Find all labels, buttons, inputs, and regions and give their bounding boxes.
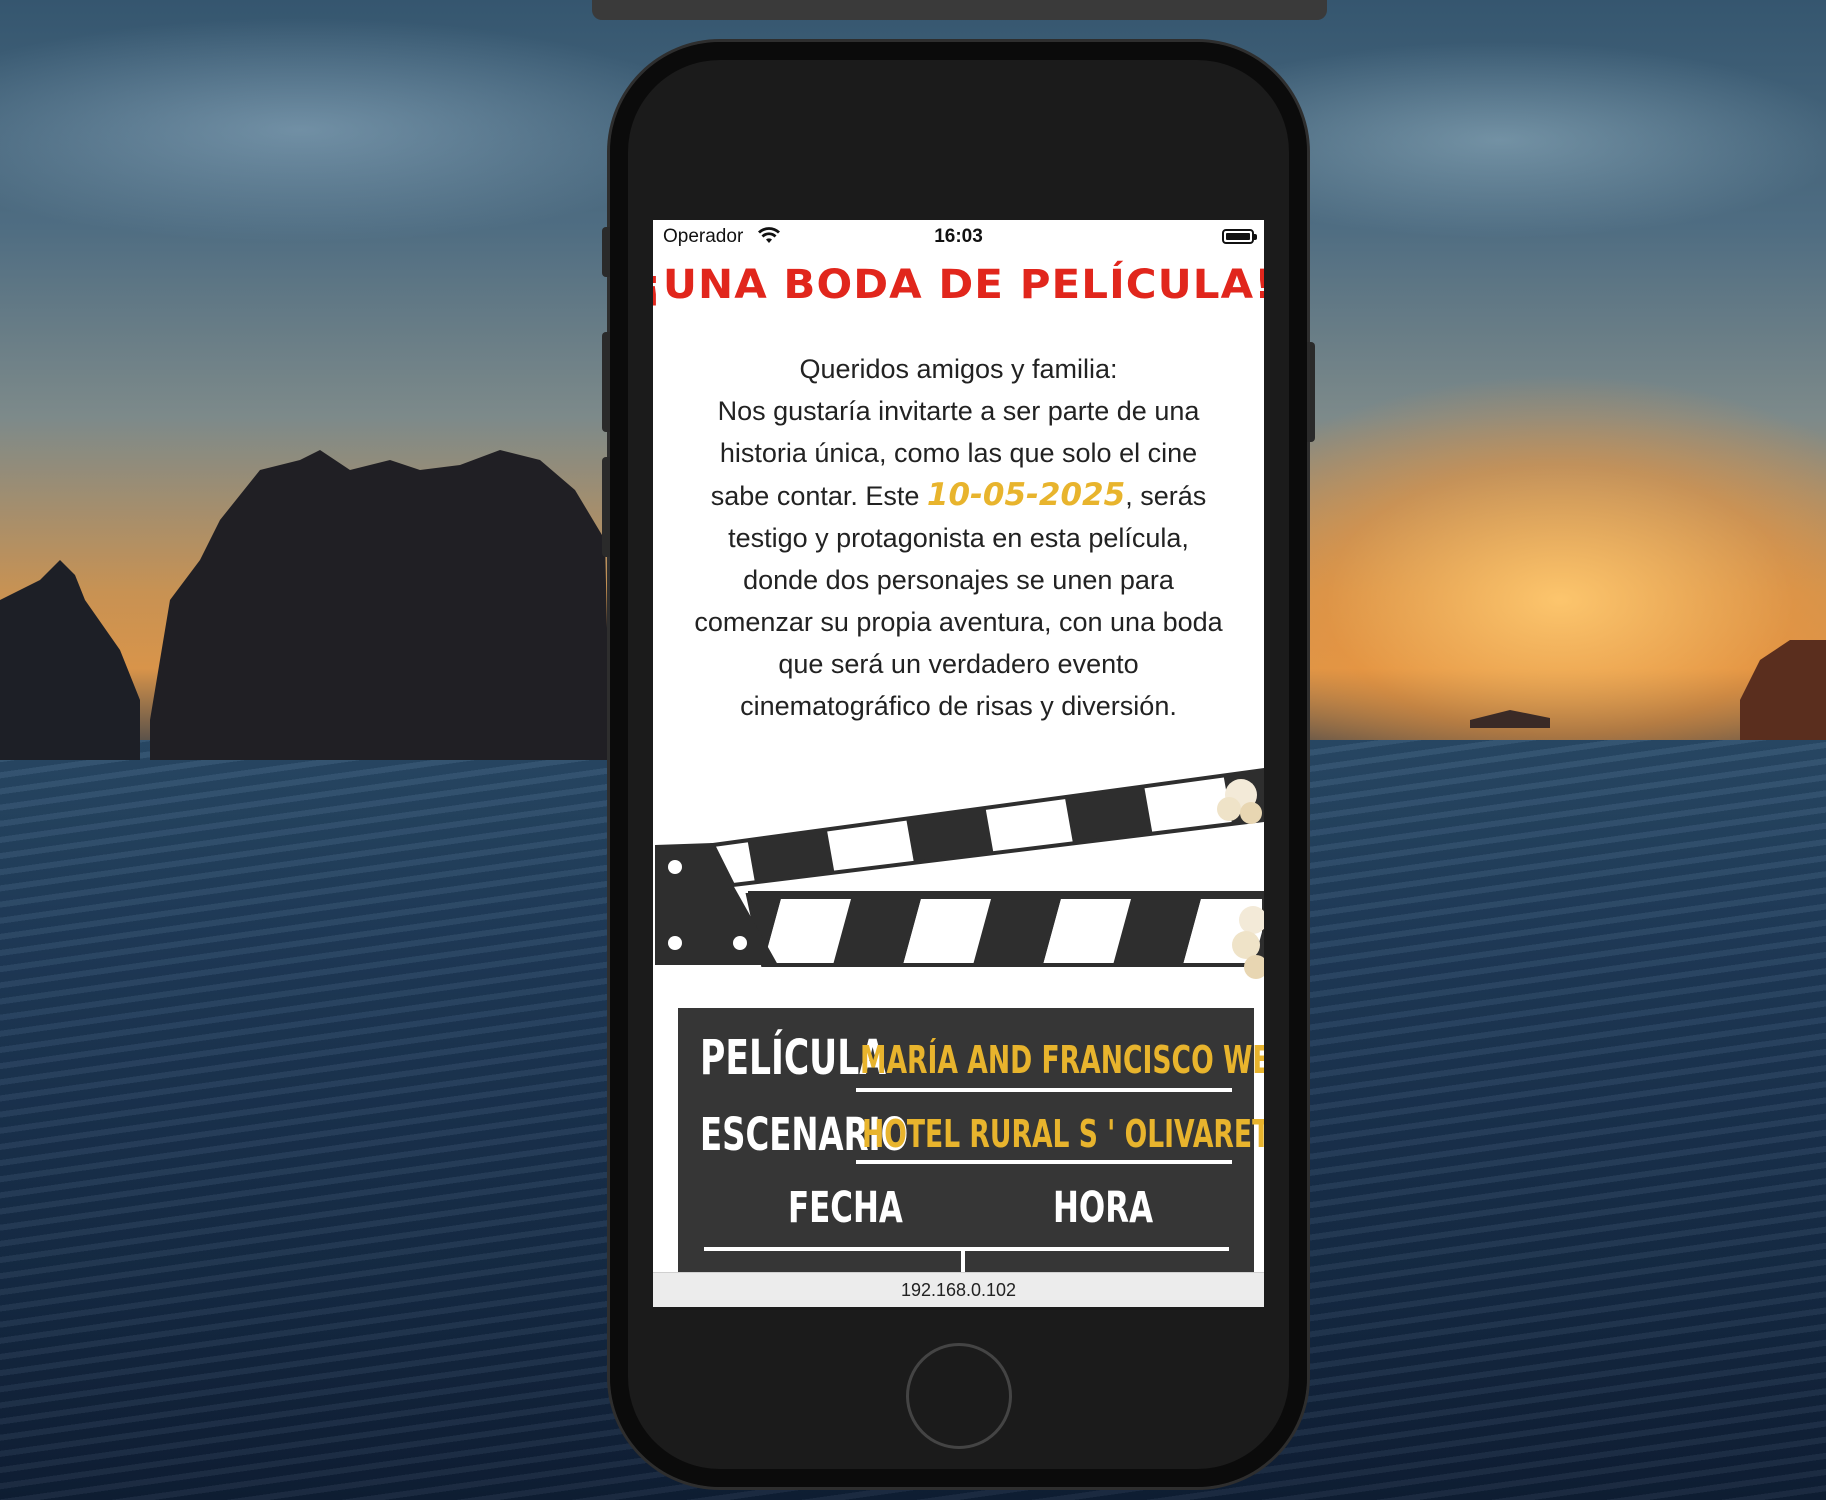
mute-switch xyxy=(602,227,610,277)
screen: Operador 16:03 ¡UNA BODA DE PELÍCULA! Qu… xyxy=(653,220,1264,1307)
url-bar[interactable]: 192.168.0.102 xyxy=(653,1272,1264,1307)
home-button[interactable] xyxy=(906,1343,1012,1449)
pelicula-line xyxy=(856,1088,1232,1092)
status-bar: Operador 16:03 xyxy=(653,220,1264,254)
wedding-date: 10-05-2025 xyxy=(926,477,1126,513)
invitation-text: Queridos amigos y familia: Nos gustaría … xyxy=(688,348,1229,727)
volume-down-button xyxy=(602,457,610,557)
greeting: Queridos amigos y familia: xyxy=(799,354,1118,384)
clapboard-sticks xyxy=(655,767,1264,967)
pelicula-value: MARÍA AND FRANCISCO WEDDING xyxy=(860,1038,1264,1082)
escenario-value: HOTEL RURAL S ' OLIVARET xyxy=(862,1112,1264,1156)
escenario-line xyxy=(856,1160,1232,1164)
window-top-bar xyxy=(592,0,1327,20)
status-time: 16:03 xyxy=(934,226,983,247)
fecha-hora-line xyxy=(704,1247,1229,1251)
volume-up-button xyxy=(602,332,610,432)
fecha-label: FECHA xyxy=(788,1183,903,1233)
popcorn-icon xyxy=(1232,906,1264,979)
clapboard-illustration: PELÍCULA MARÍA AND FRANCISCO WEDDING ESC… xyxy=(653,765,1264,1295)
hora-label: HORA xyxy=(1053,1183,1154,1233)
pelicula-label: PELÍCULA xyxy=(700,1030,887,1086)
page-title: ¡UNA BODA DE PELÍCULA! xyxy=(653,262,1264,308)
clapboard-slate: PELÍCULA MARÍA AND FRANCISCO WEDDING ESC… xyxy=(678,1008,1264,1288)
popcorn-icon xyxy=(1217,779,1262,824)
text-after-date: , serás testigo y protagonista en esta p… xyxy=(694,481,1223,721)
phone-frame: Operador 16:03 ¡UNA BODA DE PELÍCULA! Qu… xyxy=(602,42,1315,1487)
battery-icon xyxy=(1222,229,1257,244)
power-button xyxy=(1307,342,1315,442)
